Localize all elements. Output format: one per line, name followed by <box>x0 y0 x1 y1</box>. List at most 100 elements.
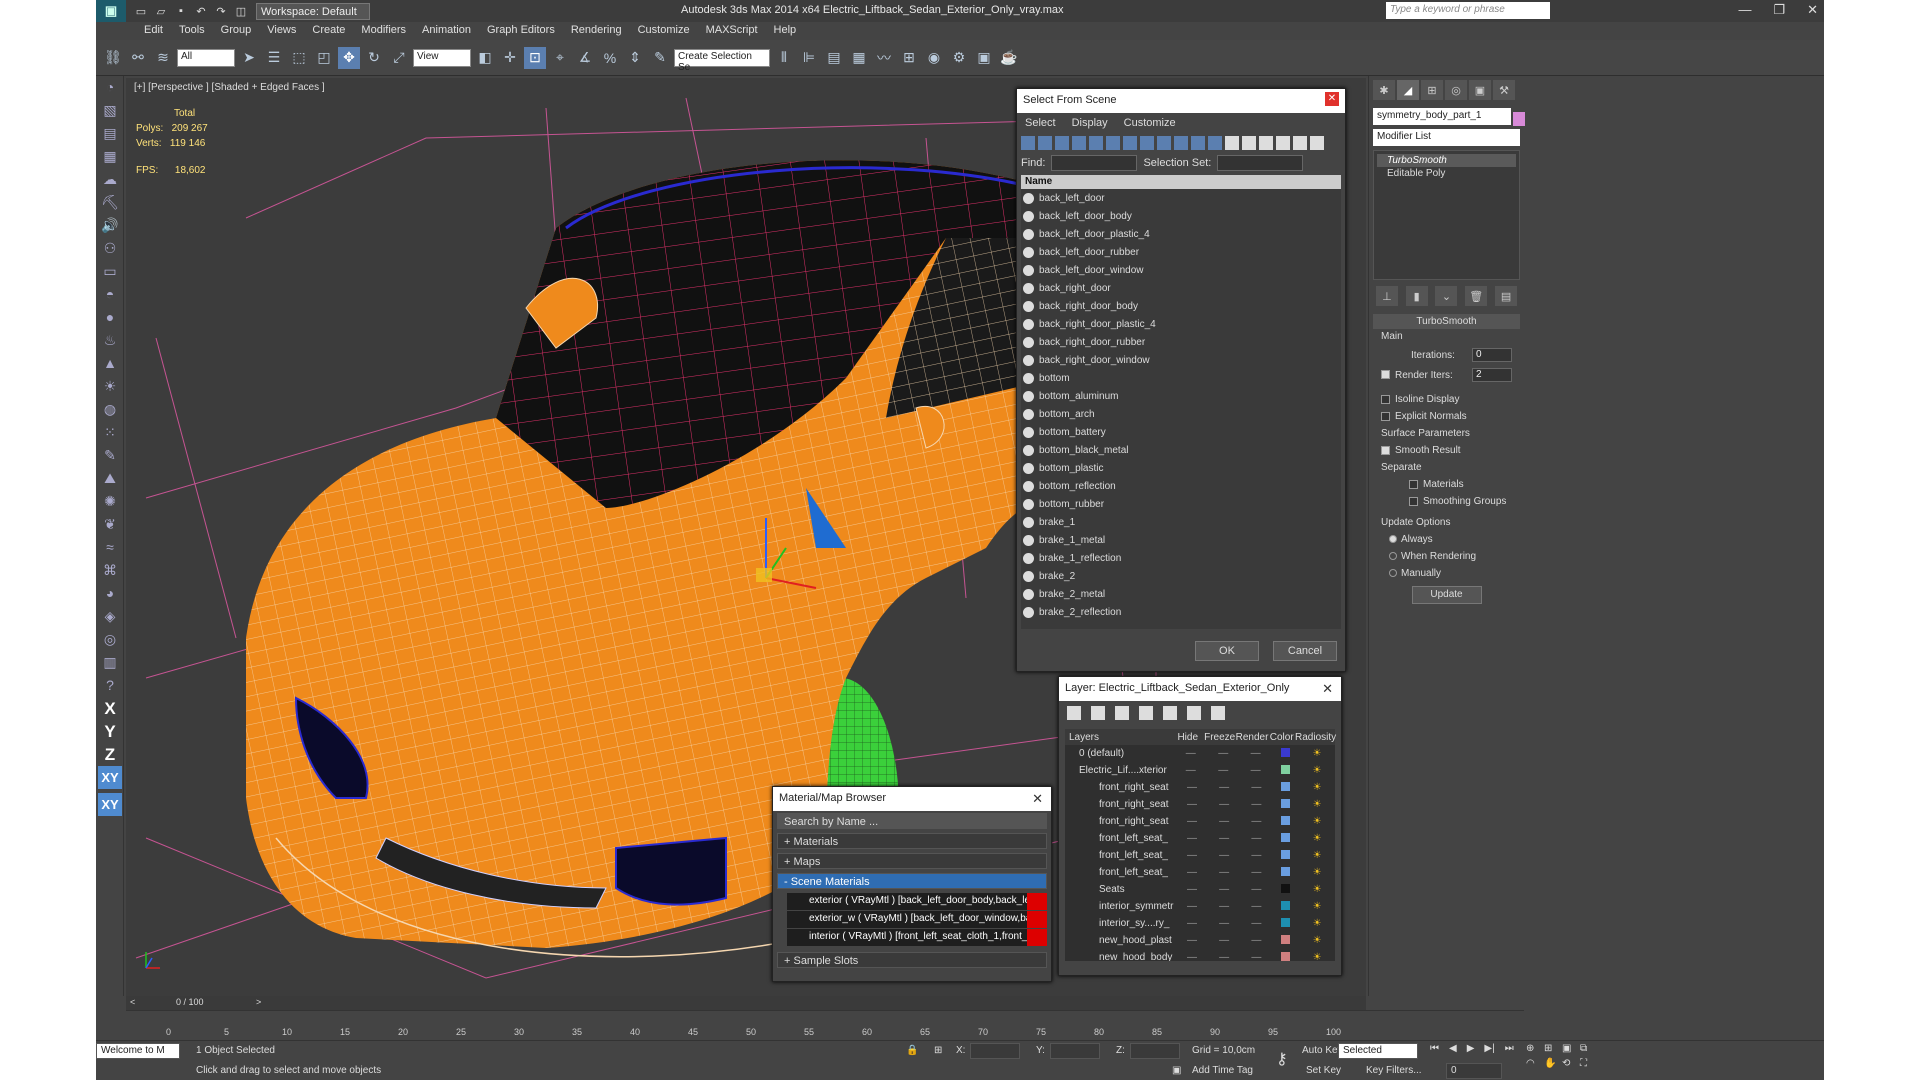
selection-set-dropdown[interactable] <box>1217 155 1304 171</box>
sun-icon[interactable]: ☀ <box>96 375 124 398</box>
freeze-all-icon[interactable] <box>1211 706 1225 720</box>
render-toggle[interactable]: — <box>1240 918 1272 929</box>
cancel-button[interactable]: Cancel <box>1273 641 1337 661</box>
select-all-icon[interactable] <box>1225 136 1239 150</box>
render-toggle[interactable]: — <box>1240 867 1272 878</box>
scene-list-item[interactable]: brake_1 <box>1021 513 1341 531</box>
play-icon[interactable]: ▶ <box>1467 1043 1475 1054</box>
scene-list-item[interactable]: back_right_door <box>1021 279 1341 297</box>
material-entry[interactable]: exterior_w ( VRayMtl ) [back_left_door_w… <box>787 911 1047 928</box>
highlight-layer-icon[interactable] <box>1163 706 1177 720</box>
layer-color-cell[interactable] <box>1272 951 1299 962</box>
xrefs-filter-icon[interactable] <box>1140 136 1154 150</box>
freeze-toggle[interactable]: — <box>1208 782 1240 793</box>
menu-modifiers[interactable]: Modifiers <box>353 22 414 40</box>
layer-color-cell[interactable] <box>1272 815 1299 828</box>
hide-toggle[interactable]: — <box>1176 867 1208 878</box>
lock-selection-icon[interactable]: 🔒 <box>906 1045 918 1056</box>
render-toggle[interactable]: — <box>1240 884 1272 895</box>
frozen-filter-icon[interactable] <box>1191 136 1205 150</box>
close-icon[interactable]: ✕ <box>1032 791 1043 807</box>
motion-tab-icon[interactable]: ◎ <box>1445 80 1467 100</box>
layer-row[interactable]: front_right_seat — — — ☀ <box>1065 813 1335 830</box>
redo-icon[interactable]: ↷ <box>212 3 230 19</box>
key-mode-dropdown[interactable]: Selected <box>1338 1043 1418 1059</box>
delete-layer-icon[interactable] <box>1091 706 1105 720</box>
maxscript-listener[interactable]: Welcome to M <box>96 1043 180 1059</box>
select-scale-icon[interactable]: ⤢ <box>388 47 410 69</box>
turbosmooth-header[interactable]: TurboSmooth <box>1373 314 1520 329</box>
bones-filter-icon[interactable] <box>1157 136 1171 150</box>
freeze-toggle[interactable]: — <box>1208 952 1240 961</box>
close-icon[interactable]: ✕ <box>1322 681 1333 697</box>
render-toggle[interactable]: — <box>1240 935 1272 946</box>
scene-list-item[interactable]: bottom_plastic <box>1021 459 1341 477</box>
prev-frame-icon[interactable]: < <box>130 997 135 1007</box>
xy-plane-icon[interactable]: XY <box>98 766 122 789</box>
scene-list-item[interactable]: back_right_door_rubber <box>1021 333 1341 351</box>
spacewarps-filter-icon[interactable] <box>1106 136 1120 150</box>
radiosity-icon[interactable]: ☀ <box>1299 867 1335 878</box>
box-icon[interactable]: ▭ <box>96 260 124 283</box>
render-toggle[interactable]: — <box>1239 748 1271 759</box>
utilities-tab-icon[interactable]: ⚒ <box>1493 80 1515 100</box>
scene-list-item[interactable]: bottom_reflection <box>1021 477 1341 495</box>
iterations-spinner[interactable]: 0 <box>1472 348 1512 362</box>
render-iters-checkbox[interactable]: Render Iters: <box>1381 370 1453 381</box>
hide-toggle[interactable]: — <box>1176 935 1208 946</box>
radiosity-icon[interactable]: ☀ <box>1299 901 1335 912</box>
name-column-header[interactable]: Name <box>1021 175 1341 189</box>
hide-toggle[interactable]: — <box>1176 952 1208 961</box>
schematic-view-icon[interactable]: ⊞ <box>898 47 920 69</box>
shapes-filter-icon[interactable] <box>1038 136 1052 150</box>
lights-filter-icon[interactable] <box>1055 136 1069 150</box>
orbit-icon[interactable]: ⟲ <box>1562 1058 1580 1069</box>
sphere-icon[interactable]: ● <box>96 306 124 329</box>
radiosity-icon[interactable]: ☀ <box>1299 833 1335 844</box>
menu-create[interactable]: Create <box>304 22 353 40</box>
percent-snap-icon[interactable]: % <box>599 47 621 69</box>
remove-modifier-icon[interactable]: 🗑 <box>1465 286 1488 306</box>
radiosity-column-header[interactable]: Radiosity <box>1295 732 1336 743</box>
mountain-icon[interactable]: ⛰ <box>96 467 124 490</box>
render-toggle[interactable]: — <box>1240 850 1272 861</box>
layer-row[interactable]: Seats — — — ☀ <box>1065 881 1335 898</box>
layer-color-cell[interactable] <box>1272 917 1299 930</box>
minimize-icon[interactable]: — <box>1738 2 1751 18</box>
keyboard-shortcut-override-icon[interactable]: ⊡ <box>524 46 546 69</box>
scene-list-item[interactable]: bottom_arch <box>1021 405 1341 423</box>
hide-toggle[interactable]: — <box>1176 799 1208 810</box>
hierarchy-icon[interactable] <box>1310 136 1324 150</box>
hierarchy-tab-icon[interactable]: ⊞ <box>1421 80 1443 100</box>
hide-column-header[interactable]: Hide <box>1172 732 1204 743</box>
window-crossing-icon[interactable]: ◰ <box>313 47 335 69</box>
geometry-filter-icon[interactable] <box>1021 136 1035 150</box>
freeze-toggle[interactable]: — <box>1208 816 1240 827</box>
scene-list-item[interactable]: back_right_door_window <box>1021 351 1341 369</box>
layer-color-cell[interactable] <box>1272 849 1299 862</box>
hide-toggle[interactable]: — <box>1176 901 1208 912</box>
link-icon[interactable]: ⛓ <box>102 47 124 69</box>
key-icon[interactable]: ⚷ <box>1276 1049 1288 1069</box>
sample-slots-group[interactable]: + Sample Slots <box>777 952 1047 968</box>
smoothing-groups-checkbox[interactable]: Smoothing Groups <box>1409 496 1506 507</box>
ref-coord-dropdown[interactable]: View <box>413 48 471 67</box>
menu-animation[interactable]: Animation <box>414 22 479 40</box>
menu-maxscript[interactable]: MAXScript <box>698 22 766 40</box>
render-toggle[interactable]: — <box>1240 833 1272 844</box>
layer-row[interactable]: new_hood_plast — — — ☀ <box>1065 932 1335 949</box>
smooth-result-checkbox[interactable]: Smooth Result <box>1381 445 1461 456</box>
layer-row[interactable]: front_left_seat_ — — — ☀ <box>1065 847 1335 864</box>
y-coordinate-field[interactable] <box>1050 1043 1100 1059</box>
containers-filter-icon[interactable] <box>1174 136 1188 150</box>
help-search-input[interactable]: Type a keyword or phrase <box>1386 2 1550 19</box>
next-frame-icon[interactable]: > <box>256 997 261 1007</box>
zoom-icon[interactable]: ⊕ <box>1526 1043 1544 1054</box>
render-toggle[interactable]: — <box>1240 816 1272 827</box>
y-axis-icon[interactable]: Y <box>96 720 124 743</box>
stack-item-turbosmooth[interactable]: TurboSmooth <box>1377 154 1516 167</box>
hemisphere-icon[interactable]: ◓ <box>96 283 124 306</box>
layers-column-header[interactable]: Layers <box>1065 732 1172 743</box>
find-input[interactable] <box>1051 155 1138 171</box>
layer-row[interactable]: interior_sy....ry_ — — — ☀ <box>1065 915 1335 932</box>
